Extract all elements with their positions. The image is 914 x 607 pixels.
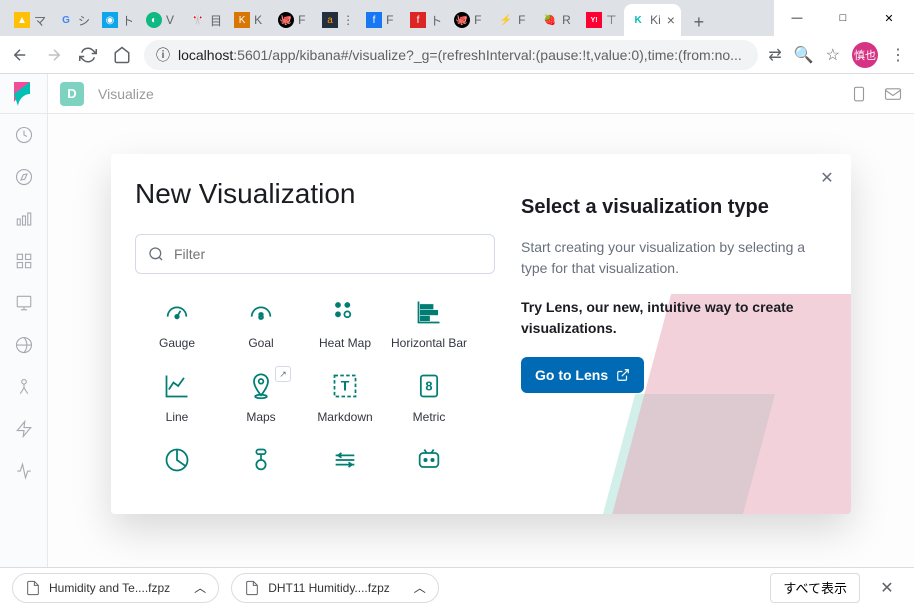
file-icon — [244, 580, 260, 596]
svg-text:T: T — [341, 378, 350, 394]
viz-heatmap[interactable]: Heat Map — [303, 296, 387, 350]
home-button[interactable] — [110, 43, 134, 67]
download-bar: Humidity and Te....fzpz ︿ DHT11 Humitidy… — [0, 567, 914, 607]
kibana-sidebar — [0, 74, 48, 569]
modal-title: New Visualization — [135, 178, 487, 210]
window-close-button[interactable]: ✕ — [866, 3, 912, 33]
chevron-up-icon[interactable]: ︿ — [194, 579, 206, 596]
modal-left-panel: New Visualization Gauge 8Goal Heat Map H… — [111, 154, 511, 514]
ml-icon[interactable] — [0, 366, 48, 408]
profile-avatar[interactable]: 慎也 — [852, 42, 878, 68]
browser-tab[interactable]: a⋮ — [316, 4, 360, 36]
browser-tab[interactable]: Gシ — [52, 4, 96, 36]
kibana-app: D Visualize ✕ New Visualization Gauge 8G… — [0, 74, 914, 569]
browser-tab[interactable]: Y!⊤ — [580, 4, 624, 36]
filter-field[interactable] — [174, 246, 482, 262]
browser-tab[interactable]: 🐙F — [272, 4, 316, 36]
maximize-button[interactable]: □ — [820, 3, 866, 33]
new-visualization-modal: ✕ New Visualization Gauge 8Goal Heat Map… — [111, 154, 851, 514]
close-icon[interactable]: × — [667, 12, 675, 28]
browser-tab[interactable]: 🐙F — [448, 4, 492, 36]
recent-icon[interactable] — [0, 114, 48, 156]
site-info-icon[interactable]: ⓘ — [156, 45, 170, 65]
browser-tab-strip: ▲マ Gシ ◉ト ◐V 🎌目 KK 🐙F a⋮ fF fト 🐙F ⚡F 🍓R Y… — [0, 0, 774, 36]
right-panel-text: Start creating your visualization by sel… — [521, 237, 823, 279]
viz-markdown[interactable]: TMarkdown — [303, 370, 387, 424]
browser-tab[interactable]: KK — [228, 4, 272, 36]
menu-icon[interactable]: ⋮ — [890, 45, 906, 65]
viz-tag-cloud[interactable] — [219, 444, 303, 476]
external-link-icon — [616, 368, 630, 382]
browser-tab[interactable]: ▲マ — [8, 4, 52, 36]
viz-gauge[interactable]: Gauge — [135, 296, 219, 350]
address-bar: ⓘ localhost:5601/app/kibana#/visualize?_… — [0, 36, 914, 74]
visualize-icon[interactable] — [0, 198, 48, 240]
share-icon[interactable] — [850, 85, 868, 103]
kibana-logo[interactable] — [0, 74, 48, 114]
toolbar-right: ⇄ 🔍 ☆ 慎也 ⋮ — [768, 42, 906, 68]
kibana-topbar: D Visualize — [48, 74, 914, 114]
go-to-lens-button[interactable]: Go to Lens — [521, 357, 644, 393]
browser-tab[interactable]: 🍓R — [536, 4, 580, 36]
viz-timelion[interactable] — [303, 444, 387, 476]
viz-line[interactable]: Line — [135, 370, 219, 424]
reload-button[interactable] — [76, 43, 100, 67]
filter-input[interactable] — [135, 234, 495, 274]
forward-button[interactable] — [42, 43, 66, 67]
visualization-grid: Gauge 8Goal Heat Map Horizontal Bar Line… — [135, 296, 487, 476]
right-panel-title: Select a visualization type — [521, 196, 823, 219]
svg-text:8: 8 — [259, 312, 264, 321]
close-download-bar-button[interactable]: ✕ — [872, 573, 902, 603]
download-item[interactable]: Humidity and Te....fzpz ︿ — [12, 573, 219, 603]
browser-tab[interactable]: ◉ト — [96, 4, 140, 36]
modal-right-panel: Select a visualization type Start creati… — [511, 154, 851, 514]
viz-metric[interactable]: 8Metric — [387, 370, 471, 424]
download-item[interactable]: DHT11 Humitidy....fzpz ︿ — [231, 573, 439, 603]
new-tab-button[interactable]: + — [685, 8, 713, 36]
svg-text:8: 8 — [425, 379, 432, 394]
space-badge[interactable]: D — [60, 82, 84, 106]
browser-tab-active[interactable]: KKi× — [624, 4, 681, 36]
modal-overlay: ✕ New Visualization Gauge 8Goal Heat Map… — [48, 114, 914, 569]
url-input[interactable]: ⓘ localhost:5601/app/kibana#/visualize?_… — [144, 40, 758, 70]
mail-icon[interactable] — [884, 85, 902, 103]
maps-nav-icon[interactable] — [0, 324, 48, 366]
canvas-icon[interactable] — [0, 282, 48, 324]
browser-tab[interactable]: ◐V — [140, 4, 184, 36]
browser-tab[interactable]: fト — [404, 4, 448, 36]
infra-icon[interactable] — [0, 408, 48, 450]
back-button[interactable] — [8, 43, 32, 67]
search-icon — [148, 246, 164, 262]
show-all-downloads-button[interactable]: すべて表示 — [770, 573, 860, 603]
translate-icon[interactable]: ⇄ — [768, 45, 781, 65]
discover-icon[interactable] — [0, 156, 48, 198]
minimize-button[interactable]: — — [774, 3, 820, 33]
bookmark-star-icon[interactable]: ☆ — [826, 45, 840, 65]
browser-tab[interactable]: 🎌目 — [184, 4, 228, 36]
logs-icon[interactable] — [0, 450, 48, 492]
viz-horizontal-bar[interactable]: Horizontal Bar — [387, 296, 471, 350]
zoom-icon[interactable]: 🔍 — [794, 45, 814, 65]
breadcrumb[interactable]: Visualize — [98, 86, 154, 102]
viz-goal[interactable]: 8Goal — [219, 296, 303, 350]
right-panel-bold: Try Lens, our new, intuitive way to crea… — [521, 297, 823, 339]
chevron-up-icon[interactable]: ︿ — [414, 579, 426, 596]
browser-tab[interactable]: fF — [360, 4, 404, 36]
file-icon — [25, 580, 41, 596]
browser-tab[interactable]: ⚡F — [492, 4, 536, 36]
popout-icon: ↗ — [275, 366, 291, 382]
viz-vega[interactable] — [387, 444, 471, 476]
viz-maps[interactable]: ↗Maps — [219, 370, 303, 424]
viz-pie[interactable] — [135, 444, 219, 476]
dashboard-icon[interactable] — [0, 240, 48, 282]
